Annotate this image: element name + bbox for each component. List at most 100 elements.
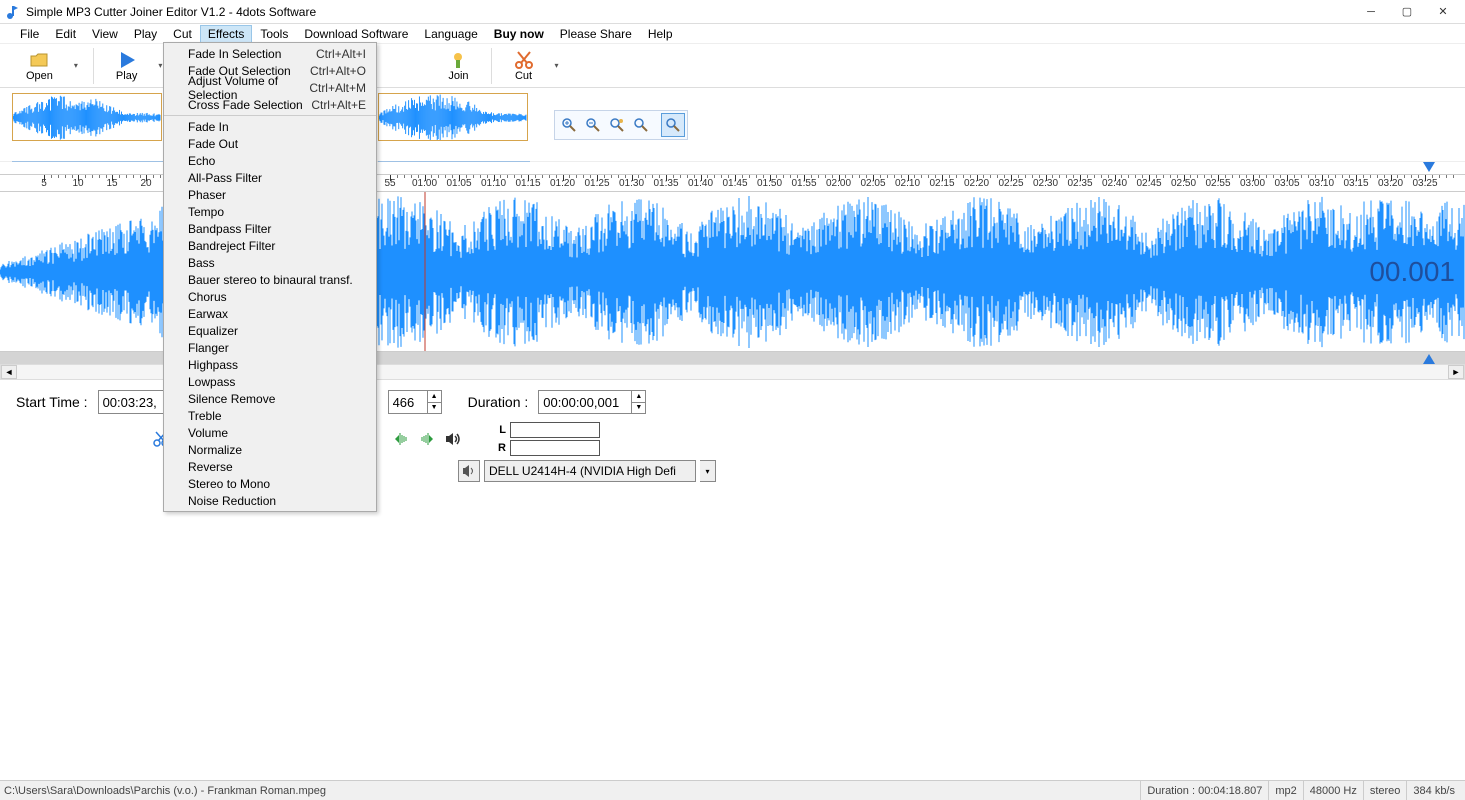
zoom-toolbar <box>554 110 688 140</box>
menu-cut[interactable]: Cut <box>165 25 200 43</box>
open-dropdown[interactable]: ▾ <box>71 61 81 70</box>
minimize-button[interactable]: ─ <box>1353 0 1389 24</box>
effect-cross-fade-selection[interactable]: Cross Fade SelectionCtrl+Alt+E <box>164 96 376 113</box>
level-r-label: R <box>492 442 506 454</box>
ruler-label: 01:05 <box>446 178 471 189</box>
zoom-selection-button[interactable] <box>605 113 629 137</box>
ruler-label: 15 <box>106 178 117 189</box>
selection-end-icon[interactable] <box>416 428 438 450</box>
menu-view[interactable]: View <box>84 25 126 43</box>
ruler-label: 03:00 <box>1240 178 1265 189</box>
ruler-label: 01:55 <box>791 178 816 189</box>
status-file-path: C:\Users\Sara\Downloads\Parchis (v.o.) -… <box>4 785 1140 797</box>
audio-device-select[interactable]: DELL U2414H-4 (NVIDIA High Defi <box>484 460 696 482</box>
ruler-label: 01:15 <box>515 178 540 189</box>
effect-stereo-to-mono[interactable]: Stereo to Mono <box>164 475 376 492</box>
ruler-label: 02:45 <box>1136 178 1161 189</box>
menu-edit[interactable]: Edit <box>47 25 84 43</box>
ruler-label: 5 <box>41 178 47 189</box>
join-button[interactable]: Join <box>438 48 478 84</box>
speaker-icon[interactable] <box>442 428 464 450</box>
menu-help[interactable]: Help <box>640 25 681 43</box>
zoom-in-button[interactable] <box>557 113 581 137</box>
close-button[interactable]: ✕ <box>1425 0 1461 24</box>
duration-spinner[interactable]: ▲▼ <box>632 390 646 414</box>
ruler-label: 02:35 <box>1067 178 1092 189</box>
ruler-label: 03:10 <box>1309 178 1334 189</box>
ruler-label: 02:05 <box>860 178 885 189</box>
effect-fade-in-selection[interactable]: Fade In SelectionCtrl+Alt+I <box>164 45 376 62</box>
zoom-fit-button[interactable] <box>629 113 653 137</box>
status-format: mp2 <box>1268 781 1302 800</box>
zoom-out-button[interactable] <box>581 113 605 137</box>
effect-reverse[interactable]: Reverse <box>164 458 376 475</box>
effect-earwax[interactable]: Earwax <box>164 305 376 322</box>
scroll-left-button[interactable]: ◄ <box>1 365 17 379</box>
start-time-input[interactable] <box>98 390 168 414</box>
ruler-label: 01:20 <box>550 178 575 189</box>
menu-play[interactable]: Play <box>126 25 165 43</box>
status-duration: Duration : 00:04:18.807 <box>1140 781 1268 800</box>
effect-adjust-volume-selection[interactable]: Adjust Volume of SelectionCtrl+Alt+M <box>164 79 376 96</box>
effect-bass[interactable]: Bass <box>164 254 376 271</box>
ruler-label: 02:00 <box>826 178 851 189</box>
ruler-label: 02:10 <box>895 178 920 189</box>
menu-file[interactable]: File <box>12 25 47 43</box>
play-label: Play <box>116 70 137 82</box>
effect-treble[interactable]: Treble <box>164 407 376 424</box>
effect-silence-remove[interactable]: Silence Remove <box>164 390 376 407</box>
ruler-label: 02:55 <box>1205 178 1230 189</box>
audio-device-icon[interactable] <box>458 460 480 482</box>
effect-all-pass-filter[interactable]: All-Pass Filter <box>164 169 376 186</box>
effect-tempo[interactable]: Tempo <box>164 203 376 220</box>
effect-chorus[interactable]: Chorus <box>164 288 376 305</box>
segment-box-2[interactable] <box>378 93 528 141</box>
waveform-mini-1 <box>13 94 161 141</box>
maximize-button[interactable]: ▢ <box>1389 0 1425 24</box>
effect-highpass[interactable]: Highpass <box>164 356 376 373</box>
scroll-right-button[interactable]: ► <box>1448 365 1464 379</box>
end-time-spinner[interactable]: ▲▼ <box>428 390 442 414</box>
menu-effects[interactable]: Effects <box>200 25 252 43</box>
effect-noise-reduction[interactable]: Noise Reduction <box>164 492 376 509</box>
cut-dropdown[interactable]: ▾ <box>552 61 562 70</box>
effect-fade-in[interactable]: Fade In <box>164 118 376 135</box>
effect-equalizer[interactable]: Equalizer <box>164 322 376 339</box>
effect-phaser[interactable]: Phaser <box>164 186 376 203</box>
window-title: Simple MP3 Cutter Joiner Editor V1.2 - 4… <box>26 5 1353 19</box>
open-button[interactable]: Open <box>16 48 63 84</box>
effect-fade-out[interactable]: Fade Out <box>164 135 376 152</box>
effect-normalize[interactable]: Normalize <box>164 441 376 458</box>
status-channels: stereo <box>1363 781 1407 800</box>
end-marker-bottom[interactable] <box>1423 354 1435 364</box>
effect-bandreject-filter[interactable]: Bandreject Filter <box>164 237 376 254</box>
effect-echo[interactable]: Echo <box>164 152 376 169</box>
ruler-label: 03:25 <box>1412 178 1437 189</box>
effect-flanger[interactable]: Flanger <box>164 339 376 356</box>
end-marker[interactable] <box>1423 162 1435 172</box>
ruler-label: 55 <box>384 178 395 189</box>
end-time-input[interactable] <box>388 390 428 414</box>
menu-download-software[interactable]: Download Software <box>296 25 416 43</box>
duration-input[interactable] <box>538 390 632 414</box>
menu-language[interactable]: Language <box>416 25 485 43</box>
audio-device-dropdown[interactable]: ▾ <box>700 460 716 482</box>
effect-bandpass-filter[interactable]: Bandpass Filter <box>164 220 376 237</box>
effect-volume[interactable]: Volume <box>164 424 376 441</box>
ruler-label: 01:40 <box>688 178 713 189</box>
zoom-tool-button[interactable] <box>661 113 685 137</box>
menu-please-share[interactable]: Please Share <box>552 25 640 43</box>
ruler-label: 03:05 <box>1274 178 1299 189</box>
ruler-label: 02:50 <box>1171 178 1196 189</box>
cut-button[interactable]: Cut <box>504 48 544 84</box>
selection-start-icon[interactable] <box>390 428 412 450</box>
menu-tools[interactable]: Tools <box>252 25 296 43</box>
effect-lowpass[interactable]: Lowpass <box>164 373 376 390</box>
segment-box-1[interactable] <box>12 93 162 141</box>
effect-bauer-stereo-to-binaural-transf-[interactable]: Bauer stereo to binaural transf. <box>164 271 376 288</box>
ruler-label: 01:45 <box>722 178 747 189</box>
separator <box>491 48 492 84</box>
play-button[interactable]: Play <box>106 48 147 84</box>
menu-buy-now[interactable]: Buy now <box>486 25 552 43</box>
effects-dropdown: Fade In SelectionCtrl+Alt+I Fade Out Sel… <box>163 42 377 512</box>
